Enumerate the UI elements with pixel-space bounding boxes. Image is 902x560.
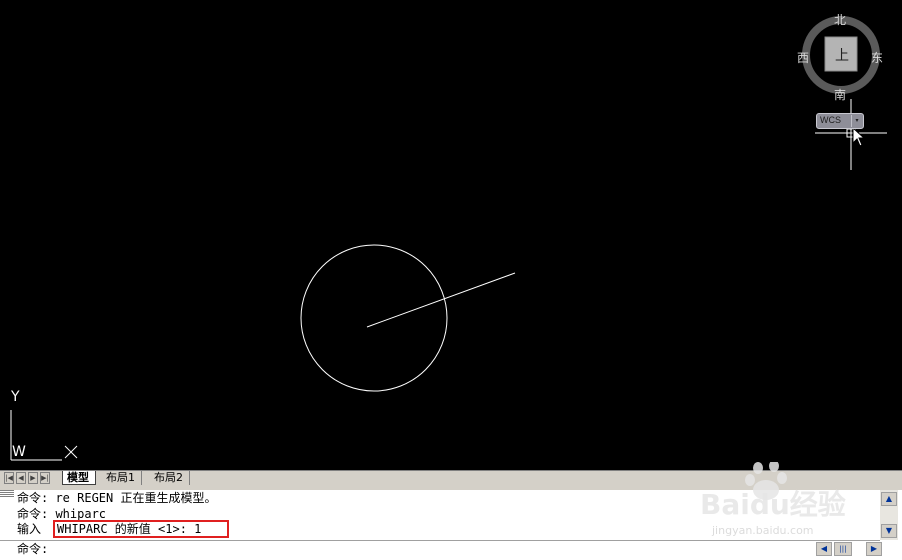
crosshair-cursor — [815, 99, 887, 170]
watermark-url: jingyan.baidu.com — [711, 524, 814, 537]
baidu-jingyan-watermark: Baidu经验 jingyan.baidu.com — [700, 460, 890, 542]
command-history-line-1: 命令: re REGEN 正在重生成模型。 — [17, 491, 217, 505]
wcs-label: WCS — [820, 115, 841, 125]
viewcube-west-label[interactable]: 西 — [797, 49, 809, 66]
highlighted-prompt-value: WHIPARC 的新值 <1>: 1 — [53, 520, 229, 538]
command-history-line-3: 输入 — [17, 522, 49, 536]
tab-nav-first-button[interactable]: |◀ — [4, 472, 14, 484]
drawn-line — [366, 272, 516, 328]
viewcube-east-label[interactable]: 东 — [871, 49, 883, 66]
mouse-pointer-icon — [852, 126, 866, 147]
chevron-down-icon: ▾ — [851, 115, 862, 127]
command-window-grip-icon[interactable] — [0, 490, 14, 498]
drawing-geometry — [10, 16, 887, 461]
scroll-right-icon[interactable]: ▶ — [866, 542, 882, 556]
tab-nav-prev-button[interactable]: ◀ — [16, 472, 26, 484]
drawn-circle — [300, 244, 448, 392]
wcs-coordinate-menu-button[interactable]: WCS ▾ — [816, 113, 864, 129]
tab-layout1[interactable]: 布局1 — [102, 471, 142, 485]
tab-layout2[interactable]: 布局2 — [150, 471, 190, 485]
model-space-canvas[interactable]: 北 南 东 西 上 WCS ▾ Y W X — [0, 0, 902, 470]
ucs-x-axis-label: X — [64, 441, 74, 457]
tab-nav-next-button[interactable]: ▶ — [28, 472, 38, 484]
ucs-w-label: W — [12, 444, 26, 460]
viewcube-top-face-label[interactable]: 上 — [835, 45, 849, 65]
ucs-y-axis-label: Y — [11, 389, 20, 405]
scroll-left-icon[interactable]: ◀ — [816, 542, 832, 556]
command-horizontal-scrollbar[interactable]: ◀ ||| ▶ — [816, 542, 898, 558]
command-input-line[interactable]: 命令: — [17, 542, 48, 556]
viewcube-north-label[interactable]: 北 — [834, 11, 846, 28]
tab-nav-last-button[interactable]: ▶| — [40, 472, 50, 484]
watermark-logo: Baidu经验 jingyan.baidu.com — [700, 460, 846, 537]
watermark-brand: Baidu经验 — [700, 488, 846, 521]
scroll-thumb[interactable]: ||| — [834, 542, 852, 556]
command-history-line-2: 命令: whiparc — [17, 507, 107, 521]
tab-model[interactable]: 模型 — [62, 471, 96, 485]
viewcube-south-label[interactable]: 南 — [834, 86, 846, 103]
